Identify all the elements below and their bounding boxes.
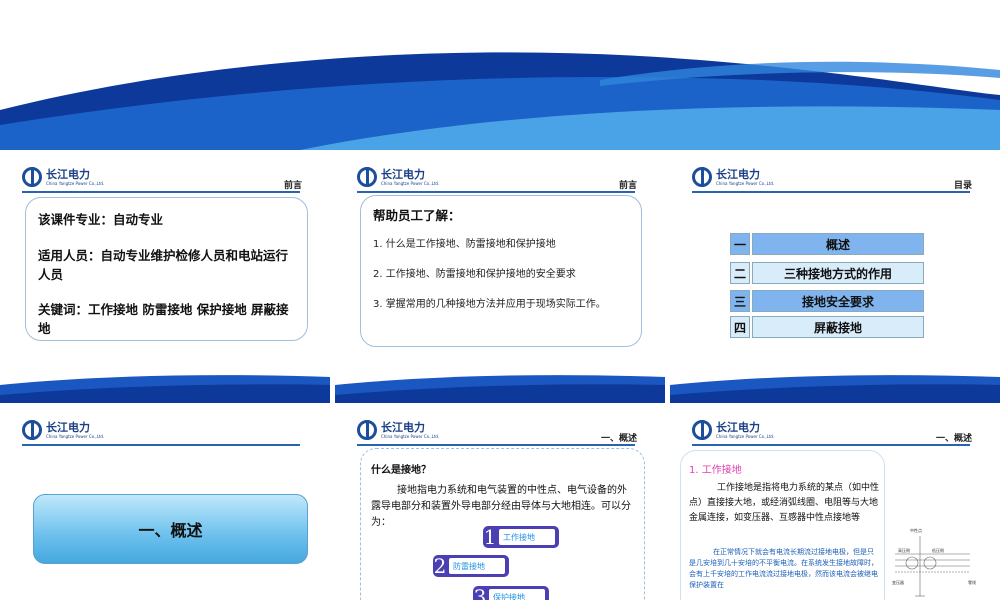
slide-bottom-wave [670,375,1000,403]
pill-number: 1 [483,525,497,549]
toc-label: 屏蔽接地 [752,316,924,338]
company-logo: 长江电力 China Yangtze Power Co.,Ltd. [692,418,774,442]
header-divider [357,191,635,193]
toc-label: 三种接地方式的作用 [752,262,924,284]
pill-number: 3 [473,585,487,600]
subtitle: 1. 工作接地 [689,465,742,476]
toc-item-functions[interactable]: 二 三种接地方式的作用 [730,262,924,284]
slide-overview-title[interactable]: 长江电力 China Yangtze Power Co.,Ltd. 一、概述 [0,408,330,600]
slide-work-grounding[interactable]: 长江电力 China Yangtze Power Co.,Ltd. 一、概述 1… [670,408,1000,600]
goal-item: 1. 什么是工作接地、防雷接地和保护接地 [373,239,556,250]
slide-preface-2[interactable]: 长江电力 China Yangtze Power Co.,Ltd. 前言 帮助员… [335,155,665,403]
goal-item: 2. 工作接地、防雷接地和保护接地的安全要求 [373,269,576,280]
toc-item-safety[interactable]: 三 接地安全要求 [730,290,924,312]
header-divider [357,444,635,446]
logo-icon [692,167,712,187]
top-banner [0,0,1000,150]
section-label: 目录 [953,181,972,191]
type-pill-work[interactable]: 1 工作接地 [483,525,559,549]
toc-label: 接地安全要求 [752,290,924,312]
pill-number: 2 [433,554,447,578]
logo-cn: 长江电力 [46,167,90,181]
logo-icon [22,167,42,187]
info-card: 该课件专业：自动专业 适用人员：自动专业维护检修人员和电站运行人员 关键词：工作… [25,197,308,341]
goals-heading: 帮助员工了解： [373,208,461,223]
slide-bottom-wave [335,375,665,403]
logo-cn: 长江电力 [716,420,760,434]
target-audience: 适用人员：自动专业维护检修人员和电站运行人员 [38,248,289,282]
company-logo: 长江电力 China Yangtze Power Co.,Ltd. [692,165,774,189]
section-label: 前言 [618,181,637,191]
diagram-label: 变压器 [892,580,904,585]
work-grounding-card: 1. 工作接地 工作接地是指将电力系统的某点（如中性点）直接接大地，或经消弧线圈… [680,450,885,600]
logo-cn: 长江电力 [46,420,90,434]
diagram-label: 中性点 [910,528,922,533]
logo-en: China Yangtze Power Co.,Ltd. [46,180,105,186]
pill-label: 保护接地 [489,589,545,600]
header-divider [692,191,970,193]
toc-label: 概述 [752,233,924,255]
logo-en: China Yangtze Power Co.,Ltd. [46,433,105,439]
logo-icon [357,167,377,187]
diagram-label: 零线 [968,580,976,585]
note-text: 在正常情况下就会有电流长期流过接地电极，但是只是几安培到几十安培的不平衡电流。在… [689,548,878,589]
logo-icon [692,420,712,440]
logo-icon [357,420,377,440]
company-logo: 长江电力 China Yangtze Power Co.,Ltd. [22,165,104,189]
transformer-diagram [895,536,970,597]
header-divider [692,444,970,446]
body-text: 工作接地是指将电力系统的某点（如中性点）直接接大地，或经消弧线圈、电阻等与大地金… [689,483,880,523]
slide-contents[interactable]: 长江电力 China Yangtze Power Co.,Ltd. 目录 一 概… [670,155,1000,403]
section-label: 前言 [283,181,302,191]
logo-en: China Yangtze Power Co.,Ltd. [716,180,775,186]
toc-number: 三 [730,290,750,312]
definition-text: 接地指电力系统和电气装置的中性点、电气设备的外露导电部分和装置外导电部分经由导体… [371,485,631,528]
section-label: 一、概述 [935,434,972,444]
toc-number: 一 [730,233,750,255]
logo-icon [22,420,42,440]
logo-en: China Yangtze Power Co.,Ltd. [381,433,440,439]
course-major: 该课件专业：自动专业 [38,212,164,227]
slide-what-is-grounding[interactable]: 长江电力 China Yangtze Power Co.,Ltd. 一、概述 什… [335,408,665,600]
header-divider [22,191,300,193]
logo-cn: 长江电力 [381,167,425,181]
toc-item-overview[interactable]: 一 概述 [730,233,924,255]
goal-item: 3. 掌握常用的几种接地方法并应用于现场实际工作。 [373,299,606,310]
slide-preface-1[interactable]: 长江电力 China Yangtze Power Co.,Ltd. 前言 该课件… [0,155,330,403]
type-pill-lightning[interactable]: 2 防雷接地 [433,554,509,578]
wave-banner-graphic [0,52,1000,150]
company-logo: 长江电力 China Yangtze Power Co.,Ltd. [357,418,439,442]
company-logo: 长江电力 China Yangtze Power Co.,Ltd. [22,418,104,442]
toc-number: 二 [730,262,750,284]
logo-en: China Yangtze Power Co.,Ltd. [381,180,440,186]
toc-number: 四 [730,316,750,338]
type-pill-protection[interactable]: 3 保护接地 [473,585,549,600]
diagram-label: 低压侧 [932,548,944,553]
header-divider [22,444,300,446]
logo-en: China Yangtze Power Co.,Ltd. [716,433,775,439]
goals-card: 帮助员工了解： 1. 什么是工作接地、防雷接地和保护接地 2. 工作接地、防雷接… [360,195,642,347]
pill-label: 防雷接地 [449,558,505,574]
section-label: 一、概述 [600,434,637,444]
company-logo: 长江电力 China Yangtze Power Co.,Ltd. [357,165,439,189]
toc-item-shielding[interactable]: 四 屏蔽接地 [730,316,924,338]
pill-label: 工作接地 [499,529,555,545]
logo-cn: 长江电力 [716,167,760,181]
keywords: 关键词：工作接地 防雷接地 保护接地 屏蔽接地 [38,302,289,336]
question-heading: 什么是接地？ [371,465,431,476]
definition-card: 什么是接地？ 接地指电力系统和电气装置的中性点、电气设备的外露导电部分和装置外导… [360,448,645,600]
section-title-button[interactable]: 一、概述 [33,494,308,564]
logo-cn: 长江电力 [381,420,425,434]
slide-bottom-wave [0,375,330,403]
diagram-label: 高压侧 [898,548,910,553]
